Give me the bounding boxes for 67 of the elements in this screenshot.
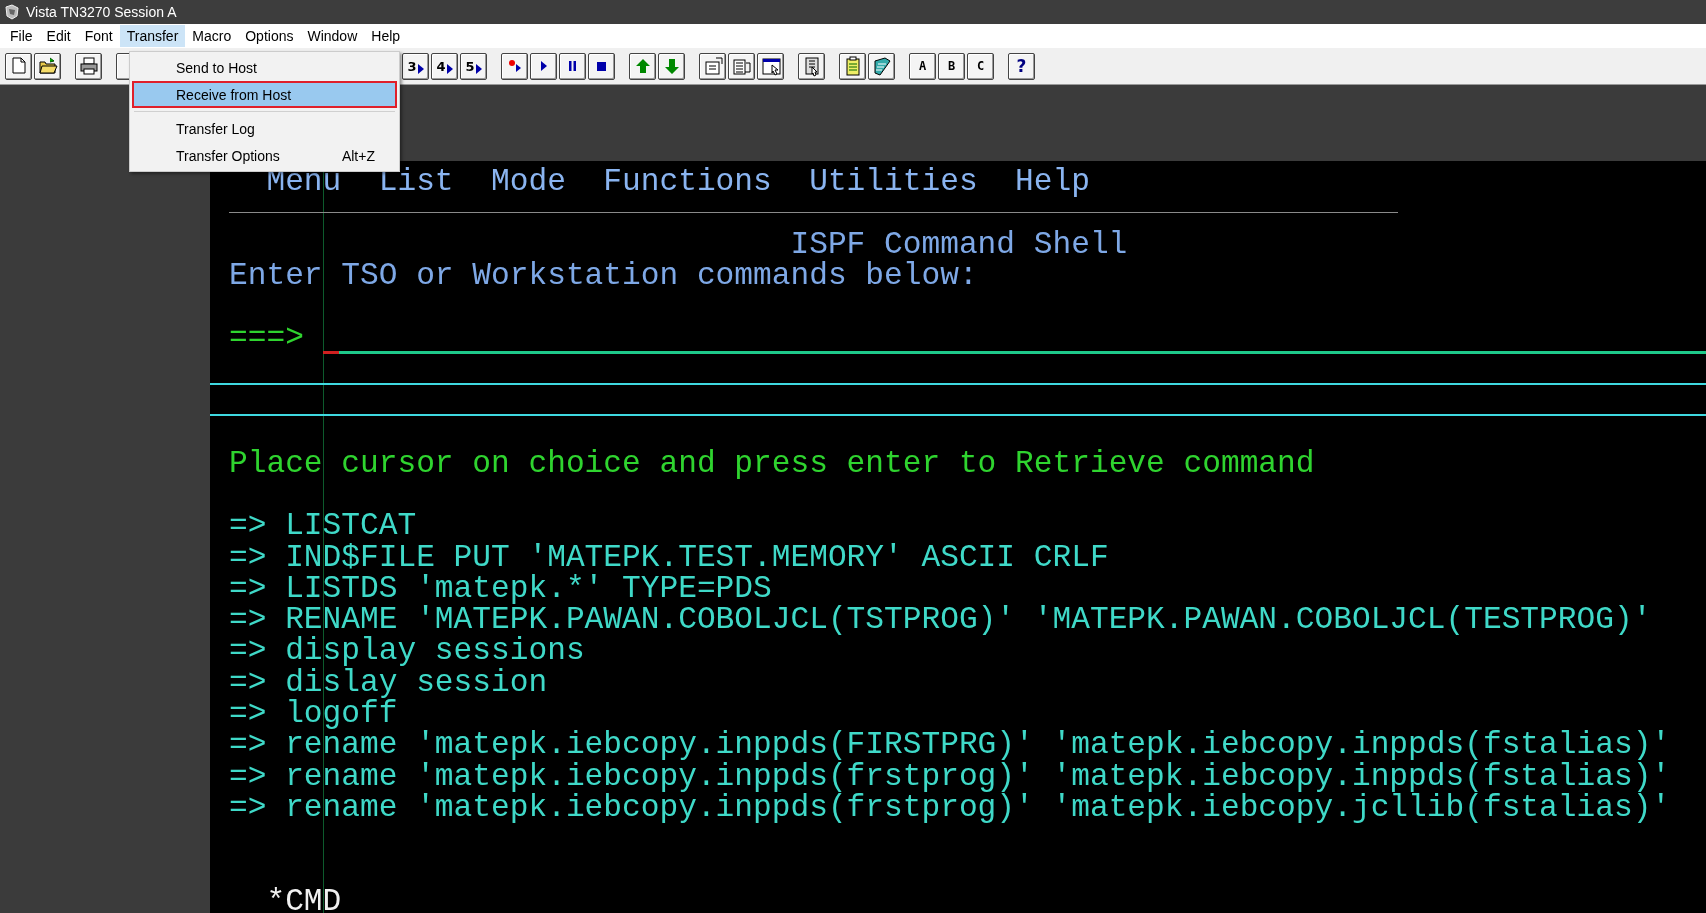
dropdown-option[interactable]: Transfer Log: [132, 115, 397, 142]
menu-bar-entry[interactable]: Transfer: [119, 25, 186, 47]
menu-bar-entry[interactable]: Options: [238, 25, 301, 47]
menu-bar-entry[interactable]: File: [3, 25, 40, 47]
toolbar-button[interactable]: [5, 52, 32, 80]
play-icon: [446, 64, 453, 74]
toolbar-button[interactable]: [839, 52, 866, 80]
toolbar-button[interactable]: [501, 52, 528, 80]
menu-bar-entry[interactable]: Window: [300, 25, 365, 47]
toolbar-button[interactable]: 5: [460, 52, 487, 80]
menu-bar-entry[interactable]: Font: [77, 25, 120, 47]
instruction-text: Enter TSO or Workstation commands below:: [229, 259, 978, 292]
play-icon: [417, 64, 424, 74]
toolbar-button[interactable]: 3: [402, 52, 429, 80]
dropdown-option[interactable]: Transfer Options Alt+Z: [132, 142, 397, 169]
printer-icon: [77, 55, 100, 77]
window-cursor-icon: [759, 55, 782, 77]
toolbar-button[interactable]: 4: [431, 52, 458, 80]
play-icon: [475, 64, 482, 74]
history-command[interactable]: => rename 'matepk.iebcopy.inppds(frstprog)' 'matepk.iebcopy.inppds(fstalias)': [229, 760, 1671, 792]
toolbar-button[interactable]: [75, 52, 102, 80]
dropdown-option[interactable]: Receive from Host: [132, 81, 397, 108]
screen-title: ISPF Command Shell: [790, 228, 1128, 260]
command-prompt: ===>: [229, 322, 304, 354]
toolbar-button[interactable]: [530, 52, 557, 80]
toolbar-button[interactable]: B: [938, 52, 965, 80]
toolbar-button[interactable]: [559, 52, 586, 80]
toolbar-button[interactable]: [728, 52, 755, 80]
toolbar-button[interactable]: [588, 52, 615, 80]
window-title: Vista TN3270 Session A: [26, 4, 177, 20]
history-command[interactable]: => IND$FILE PUT 'MATEPK.TEST.MEMORY' ASCII CRLF: [229, 541, 1109, 573]
history-command[interactable]: => LISTDS 'matepk.*' TYPE=PDS: [229, 572, 772, 605]
menu-bar-entry[interactable]: Help: [364, 25, 408, 47]
toolbar-button[interactable]: [798, 52, 825, 80]
history-command[interactable]: => display sessions: [229, 635, 585, 667]
action-bar-item[interactable]: List: [378, 166, 454, 198]
hint-text: Place cursor on choice and press enter to Retrieve command: [229, 447, 1315, 479]
menu-bar-entry[interactable]: Macro: [185, 25, 239, 47]
toolbar-button[interactable]: C: [967, 52, 994, 80]
action-bar-item[interactable]: Help: [1015, 166, 1090, 198]
toolbar-button[interactable]: [34, 52, 61, 80]
action-bar-item[interactable]: Utilities: [809, 166, 978, 198]
text-cursor: [322, 350, 339, 354]
toolbar-button[interactable]: [699, 52, 726, 80]
command-label: *CMD: [266, 885, 342, 913]
menu-bar-entry[interactable]: Edit: [39, 25, 78, 47]
toolbar-button[interactable]: [658, 52, 685, 80]
history-command[interactable]: => rename 'matepk.iebcopy.inppds(frstprog)' 'matepk.iebcopy.jcllib(fstalias)': [229, 791, 1671, 824]
app-icon: [4, 4, 20, 20]
toolbar-button[interactable]: [757, 52, 784, 80]
toolbar-button[interactable]: [868, 52, 895, 80]
toolbar-button[interactable]: ?: [1008, 52, 1035, 80]
history-command[interactable]: => dislay session: [229, 666, 548, 699]
history-command[interactable]: => logoff: [229, 698, 398, 730]
play-icon: [540, 61, 547, 71]
action-bar-item[interactable]: Functions: [603, 166, 772, 198]
toolbar-button[interactable]: [629, 52, 656, 80]
stop-icon: [597, 61, 606, 71]
action-bar-item[interactable]: Mode: [491, 166, 566, 198]
open-folder-icon: [36, 55, 59, 77]
history-command[interactable]: => RENAME 'MATEPK.PAWAN.COBOLJCL(TSTPROG)' 'MATEPK.PAWAN.COBOLJCL(TESTPROG)': [229, 604, 1652, 636]
toolbar-button[interactable]: A: [909, 52, 936, 80]
pause-icon: [569, 61, 576, 71]
history-command[interactable]: => rename 'matepk.iebcopy.inppds(FIRSTPRG)' 'matepk.iebcopy.inppds(fstalias)': [229, 729, 1671, 761]
history-command[interactable]: => LISTCAT: [229, 510, 417, 542]
record-icon: [508, 60, 521, 72]
dropdown-option[interactable]: Send to Host: [132, 54, 397, 81]
